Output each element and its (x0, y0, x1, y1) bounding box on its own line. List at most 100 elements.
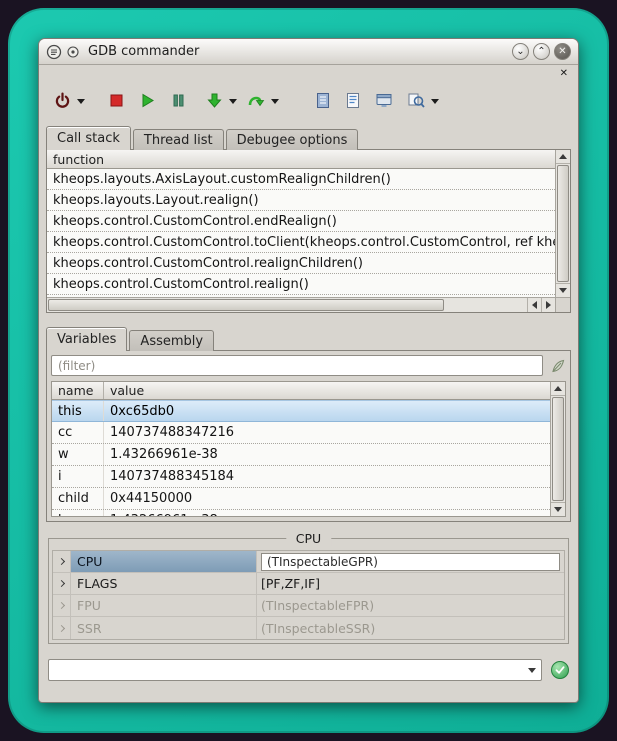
variable-value: 1.43266961e-38 (104, 510, 224, 516)
cpu-row-ssr[interactable]: SSR (TInspectableSSR) (53, 617, 564, 639)
window-menu-icon[interactable] (67, 46, 79, 58)
scrollbar-corner (555, 297, 570, 312)
variable-row[interactable]: this 0xc65db0 (52, 400, 550, 422)
register-group-name[interactable]: FPU (71, 595, 257, 616)
send-command-ok-icon[interactable] (551, 661, 569, 679)
memory-viewer-icon (375, 92, 393, 109)
expand-icon[interactable] (53, 573, 71, 594)
register-group-value: [PF,ZF,IF] (257, 573, 564, 594)
cpu-group-title: CPU (286, 531, 331, 546)
variables-header: name value (52, 382, 550, 400)
debug-toolbar (39, 82, 578, 118)
stack-frame-row[interactable]: kheops.control.CustomControl.endRealign(… (47, 211, 555, 232)
variable-name: this (52, 401, 104, 421)
step-into-icon (206, 92, 223, 109)
scroll-up-icon[interactable] (556, 150, 570, 164)
variables-vertical-scrollbar[interactable] (550, 382, 565, 516)
cpu-row-flags[interactable]: FLAGS [PF,ZF,IF] (53, 573, 564, 595)
watch-inspector-button[interactable] (404, 87, 428, 113)
variable-name: i (52, 466, 104, 487)
scroll-down-icon[interactable] (556, 283, 570, 297)
run-button[interactable] (136, 87, 159, 113)
minimize-button[interactable]: ⌄ (512, 43, 529, 60)
function-column-header[interactable]: function (47, 150, 110, 168)
stack-frame-row[interactable]: kheops.control.CustomControl.toClient(kh… (47, 232, 555, 253)
expand-icon[interactable] (53, 551, 71, 572)
scroll-right-icon[interactable] (541, 298, 555, 312)
scroll-left-icon[interactable] (527, 298, 541, 312)
variable-value: 0xc65db0 (104, 401, 180, 421)
step-over-dropdown-icon[interactable] (271, 99, 279, 104)
tab-variables[interactable]: Variables (46, 327, 127, 351)
register-group-name[interactable]: FLAGS (71, 573, 257, 594)
variable-row[interactable]: child 0x44150000 (52, 488, 550, 510)
output-document-icon (315, 92, 331, 109)
power-button[interactable] (51, 87, 74, 113)
variables-tabbar: Variables Assembly (39, 327, 578, 351)
name-column-header[interactable]: name (52, 382, 104, 399)
call-stack-vertical-scrollbar[interactable] (555, 150, 570, 297)
maximize-button[interactable]: ⌃ (533, 43, 550, 60)
variable-value: 140737488345184 (104, 466, 240, 487)
call-stack-panel: function kheops.layouts.AxisLayout.custo… (46, 149, 571, 313)
variable-name: b (52, 510, 104, 516)
expand-icon[interactable] (53, 617, 71, 639)
register-group-name[interactable]: SSR (71, 617, 257, 639)
power-dropdown-icon[interactable] (77, 99, 85, 104)
variable-row[interactable]: b 1.43266961e-38 (52, 510, 550, 516)
variable-row[interactable]: i 140737488345184 (52, 466, 550, 488)
scroll-thumb[interactable] (48, 299, 444, 311)
step-into-button[interactable] (203, 87, 226, 113)
variable-row[interactable]: cc 140737488347216 (52, 422, 550, 444)
variable-name: cc (52, 422, 104, 443)
pause-button[interactable] (167, 87, 190, 113)
memory-viewer-button[interactable] (372, 87, 396, 113)
scroll-down-icon[interactable] (551, 502, 565, 516)
scroll-thumb[interactable] (557, 165, 569, 282)
step-over-button[interactable] (244, 87, 268, 113)
call-stack-table: function kheops.layouts.AxisLayout.custo… (47, 150, 555, 297)
variable-name: w (52, 444, 104, 465)
dock-strip: ✕ (39, 65, 578, 82)
clear-filter-icon[interactable] (550, 358, 566, 374)
variables-table: name value this 0xc65db0 cc 140737488347… (51, 381, 566, 517)
gdb-command-combobox[interactable] (48, 659, 542, 681)
cpu-row-gpr[interactable]: CPU (TInspectableGPR) (53, 551, 564, 573)
scroll-up-icon[interactable] (551, 382, 565, 396)
step-into-dropdown-icon[interactable] (229, 99, 237, 104)
tab-assembly[interactable]: Assembly (129, 330, 214, 351)
teal-frame: GDB commander ⌄ ⌃ ✕ ✕ (8, 8, 609, 733)
stack-frame-row[interactable]: kheops.control.CustomControl.realign() (47, 274, 555, 295)
cpu-groupbox: CPU CPU (TInspectableGPR) FLAGS [PF,ZF,I… (48, 538, 569, 644)
panel-close-icon[interactable]: ✕ (560, 69, 568, 79)
tab-thread-list[interactable]: Thread list (133, 129, 224, 150)
variable-value: 0x44150000 (104, 488, 198, 509)
show-output-button[interactable] (312, 87, 334, 113)
filter-input[interactable] (51, 355, 543, 376)
register-value-editor[interactable]: (TInspectableGPR) (261, 553, 560, 571)
register-group-name[interactable]: CPU (71, 551, 257, 572)
variables-panel: name value this 0xc65db0 cc 140737488347… (46, 350, 571, 522)
titlebar: GDB commander ⌄ ⌃ ✕ (39, 39, 578, 65)
variable-row[interactable]: w 1.43266961e-38 (52, 444, 550, 466)
stack-frame-row[interactable]: kheops.control.CustomControl.realignChil… (47, 253, 555, 274)
cpu-row-fpu[interactable]: FPU (TInspectableFPR) (53, 595, 564, 617)
call-stack-horizontal-scrollbar[interactable] (47, 297, 555, 312)
run-icon (139, 92, 156, 109)
close-button[interactable]: ✕ (554, 43, 571, 60)
register-group-value: (TInspectableFPR) (257, 595, 564, 616)
instruction-list-button[interactable] (342, 87, 364, 113)
watch-inspector-dropdown-icon[interactable] (431, 99, 439, 104)
tab-debugee-options[interactable]: Debugee options (226, 129, 359, 150)
tab-call-stack[interactable]: Call stack (46, 126, 131, 150)
stop-button[interactable] (105, 87, 128, 113)
register-group-value: (TInspectableSSR) (257, 617, 564, 639)
combo-dropdown-icon[interactable] (523, 660, 541, 680)
gdb-command-input[interactable] (49, 660, 523, 680)
value-column-header[interactable]: value (104, 382, 150, 399)
scroll-thumb[interactable] (552, 397, 564, 501)
pause-icon (170, 92, 187, 109)
expand-icon[interactable] (53, 595, 71, 616)
stack-frame-row[interactable]: kheops.layouts.AxisLayout.customRealignC… (47, 169, 555, 190)
stack-frame-row[interactable]: kheops.layouts.Layout.realign() (47, 190, 555, 211)
